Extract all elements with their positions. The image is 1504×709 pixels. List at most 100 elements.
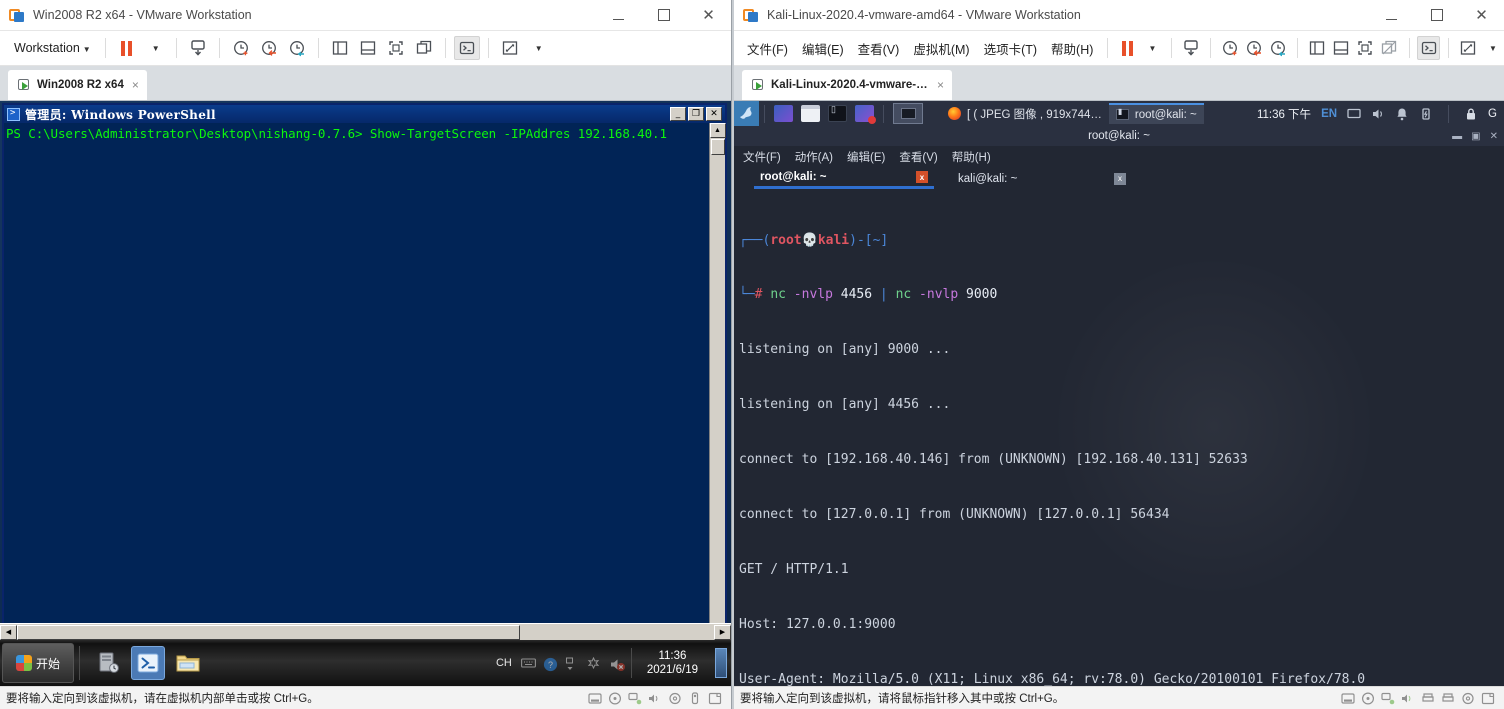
keyboard-icon[interactable] [520,657,536,670]
menu-vm[interactable]: 虚拟机(M) [906,35,976,62]
server-manager-icon[interactable] [91,646,125,680]
menu-edit[interactable]: 编辑(E) [795,35,851,62]
manage-snapshots-icon[interactable] [284,36,310,60]
terminal-menu-edit[interactable]: 编辑(E) [847,149,885,165]
stretch-guest-icon[interactable] [1457,36,1479,60]
show-library-icon[interactable] [1306,36,1328,60]
terminal-menu-view[interactable]: 查看(V) [899,149,937,165]
ime-indicator[interactable]: CH [496,657,512,669]
powershell-body[interactable]: PS C:\Users\Administrator\Desktop\nishan… [4,123,726,641]
show-console-view-icon[interactable] [355,36,381,60]
take-snapshot-icon[interactable] [228,36,254,60]
volume-muted-icon[interactable] [609,657,625,671]
lock-icon[interactable] [1464,107,1478,121]
show-desktop-button[interactable] [715,648,727,678]
powershell-minimize-button[interactable]: _ [670,107,686,121]
pause-dropdown-button[interactable]: ▼ [1140,36,1162,60]
cd-status-icon[interactable] [608,691,622,705]
fullscreen-icon[interactable] [1354,36,1376,60]
snapshot-manager-icon[interactable] [1179,36,1201,60]
close-icon[interactable]: x [1114,172,1126,185]
vm-viewport-win2008[interactable]: 管理员: Windows PowerShell _ ❐ ✕ PS C:\User… [0,101,731,686]
vm-tab-win2008[interactable]: Win2008 R2 x64 × [8,70,147,100]
usb-status-icon[interactable] [688,691,701,705]
action-center-icon[interactable] [587,656,600,670]
volume-icon[interactable] [1371,107,1385,121]
close-icon[interactable]: × [132,78,139,92]
close-icon[interactable]: × [937,78,944,92]
cd-status-icon[interactable] [1361,691,1375,705]
close-icon[interactable]: x [916,171,928,183]
start-button[interactable]: 开始 [2,643,74,683]
windows-desktop[interactable]: 管理员: Windows PowerShell _ ❐ ✕ PS C:\User… [0,101,731,686]
powershell-restore-button[interactable]: ❐ [688,107,704,121]
minimize-button[interactable] [1369,0,1414,31]
desktop-horizontal-scrollbar[interactable]: ◀ ▶ [0,623,731,640]
explorer-taskbar-button[interactable] [171,646,205,680]
menu-workstation[interactable]: Workstation ▼ [6,37,98,59]
stretch-dropdown-button[interactable]: ▼ [525,36,551,60]
stretch-dropdown-button[interactable]: ▼ [1481,36,1503,60]
maximize-button[interactable] [641,0,686,31]
pause-vm-button[interactable] [1116,36,1138,60]
powershell-vertical-scrollbar[interactable]: ▲ [709,123,726,641]
manage-snapshots-icon[interactable] [1267,36,1289,60]
kali-menu-icon[interactable] [734,101,759,126]
user-menu-label[interactable]: G [1488,108,1499,120]
sound-status-icon[interactable] [648,692,661,705]
menu-view[interactable]: 查看(V) [851,35,907,62]
usb-status-icon[interactable] [1461,692,1474,705]
help-icon[interactable]: ? [543,657,557,671]
terminal-minimize-button[interactable]: ▬ [1452,131,1462,142]
powershell-window[interactable]: 管理员: Windows PowerShell _ ❐ ✕ PS C:\User… [2,103,727,643]
panel-clock[interactable]: 11:36 下午 [1257,106,1311,122]
terminal-close-button[interactable]: ✕ [1490,131,1498,142]
network-status-icon[interactable] [628,692,642,705]
close-button[interactable]: ✕ [686,0,731,31]
menu-help[interactable]: 帮助(H) [1044,35,1100,62]
show-hidden-icons-icon[interactable] [565,657,578,670]
launcher-terminal-icon[interactable] [828,104,847,122]
terminal-output[interactable]: ┌──(root💀kali)-[~] └─# nc -nvlp 4456 | n… [734,189,1504,686]
terminal-tab-kali[interactable]: kali@kali: ~ x [952,168,1132,189]
console-toggle-icon[interactable] [453,36,480,60]
kali-terminal-window[interactable]: root@kali: ~ ▬ ▣ ✕ 文件(F) 动作(A) 编辑(E) 查看(… [734,126,1504,686]
launcher-folder-icon[interactable] [801,105,820,122]
unity-mode-icon[interactable] [411,36,437,60]
window-button-terminal[interactable]: root@kali: ~ [1108,103,1204,124]
powershell-close-button[interactable]: ✕ [706,107,722,121]
kali-desktop[interactable]: [ ( JPEG 图像 , 919x744… root@kali: ~ 11:3… [734,101,1504,686]
message-log-icon[interactable] [708,692,722,705]
scroll-right-icon[interactable]: ▶ [714,624,731,640]
notification-bell-icon[interactable] [1395,107,1409,121]
pause-dropdown-button[interactable]: ▼ [142,36,168,60]
window-button-firefox[interactable]: [ ( JPEG 图像 , 919x744… [941,103,1109,124]
show-console-view-icon[interactable] [1330,36,1352,60]
terminal-menu-file[interactable]: 文件(F) [743,149,781,165]
scrollbar-thumb[interactable] [710,139,725,155]
sound-status-icon[interactable] [1401,692,1414,705]
printer-status-icon[interactable] [668,692,681,705]
unity-mode-disabled-icon[interactable] [1378,36,1400,60]
pause-vm-button[interactable] [114,36,140,60]
keyboard-layout-indicator[interactable]: EN [1321,108,1337,120]
terminal-menu-actions[interactable]: 动作(A) [795,149,833,165]
revert-snapshot-icon[interactable] [1243,36,1265,60]
display-icon[interactable] [1347,107,1361,121]
maximize-button[interactable] [1414,0,1459,31]
show-library-icon[interactable] [327,36,353,60]
vm-tab-kali[interactable]: Kali-Linux-2020.4-vmware-a... × [742,70,952,100]
printer-status-icon[interactable] [1421,692,1434,705]
taskbar-clock[interactable]: 11:36 2021/6/19 [641,649,704,677]
revert-snapshot-icon[interactable] [256,36,282,60]
launcher-remote-icon[interactable] [855,105,876,124]
minimize-button[interactable] [596,0,641,31]
battery-icon[interactable] [1419,107,1433,121]
network-status-icon[interactable] [1381,692,1395,705]
stretch-guest-icon[interactable] [497,36,523,60]
menu-file[interactable]: 文件(F) [740,35,795,62]
message-log-icon[interactable] [1481,692,1495,705]
vm-viewport-kali[interactable]: [ ( JPEG 图像 , 919x744… root@kali: ~ 11:3… [734,101,1504,686]
snapshot-manager-icon[interactable] [185,36,211,60]
menu-tabs[interactable]: 选项卡(T) [977,35,1044,62]
